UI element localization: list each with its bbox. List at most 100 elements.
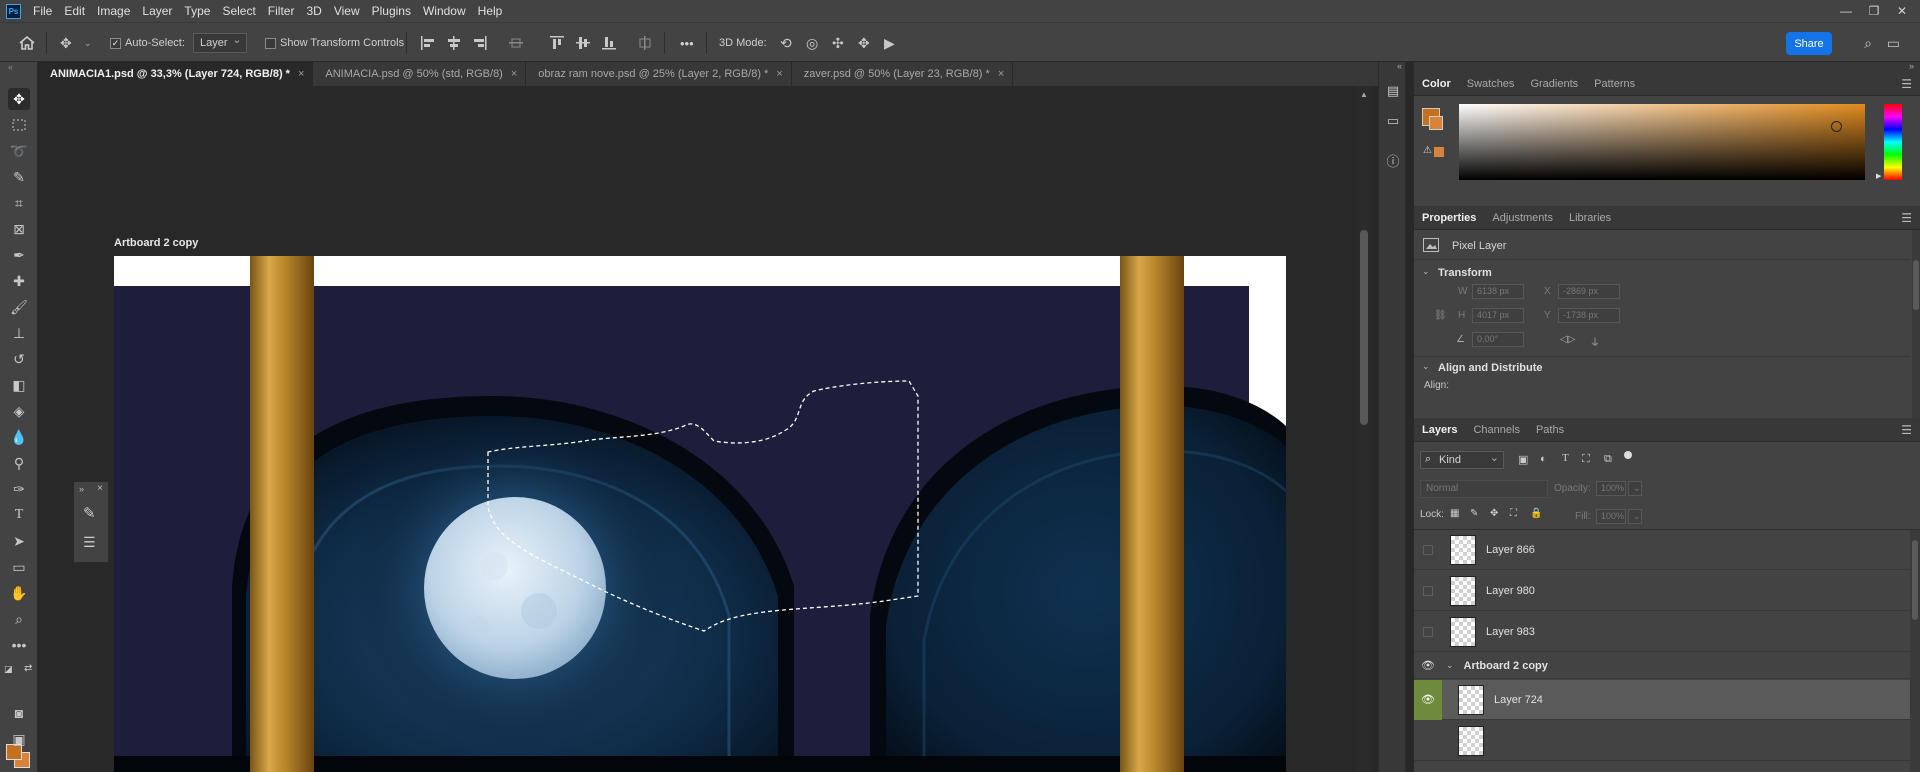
layer-row[interactable] [1414, 721, 1910, 761]
sliders-icon[interactable]: ☰ [83, 534, 96, 551]
menu-image[interactable]: Image [91, 0, 136, 22]
artboard[interactable] [114, 256, 1286, 772]
brush-icon[interactable]: 🖌 [8, 296, 30, 318]
menu-file[interactable]: File [27, 0, 58, 22]
align-top-icon[interactable] [550, 23, 564, 63]
auto-select-checkbox[interactable]: ✓ Auto-Select: [110, 23, 185, 63]
menu-edit[interactable]: Edit [58, 0, 91, 22]
align-middle-vertical-icon[interactable] [576, 23, 590, 63]
scrollbar-thumb[interactable] [1912, 540, 1918, 620]
selected-layer-row[interactable]: 👁 Layer 724 [1414, 679, 1910, 720]
menu-help[interactable]: Help [472, 0, 509, 22]
swap-colors-icon[interactable]: ⇄ [24, 663, 32, 674]
crop-icon[interactable]: ⌗ [8, 192, 30, 214]
minimize-button[interactable]: — [1832, 0, 1860, 22]
layer-filter-dropdown[interactable]: ⌕ Kind ⌄ [1420, 451, 1504, 469]
expand-icon[interactable]: » [79, 484, 84, 494]
close-button[interactable]: ✕ [1888, 0, 1916, 22]
scrollbar-thumb[interactable] [1360, 230, 1368, 425]
close-icon[interactable]: × [298, 68, 304, 80]
angle-field[interactable]: 0,00° [1472, 332, 1524, 347]
lock-artboard-icon[interactable]: ⛶ [1510, 508, 1517, 519]
chevron-down-icon[interactable]: ⌄ [1446, 660, 1454, 671]
menu-filter[interactable]: Filter [262, 0, 301, 22]
close-icon[interactable]: × [776, 68, 782, 80]
3d-scale-icon[interactable]: ▶ [884, 23, 895, 63]
visibility-toggle[interactable] [1414, 721, 1442, 761]
visibility-toggle[interactable] [1414, 530, 1442, 570]
close-icon[interactable]: × [998, 68, 1004, 80]
lock-image-icon[interactable]: ✎ [1470, 508, 1478, 519]
layers-scrollbar[interactable] [1910, 530, 1920, 772]
align-left-icon[interactable] [420, 23, 436, 63]
distribute-horizontal-icon[interactable] [508, 23, 524, 63]
photoshop-logo[interactable]: Ps [6, 3, 21, 19]
canvas-vertical-scrollbar[interactable]: ▲ [1356, 86, 1372, 772]
close-icon[interactable]: × [97, 483, 103, 494]
tab-obraz-ram-nove[interactable]: obraz ram nove.psd @ 25% (Layer 2, RGB/8… [526, 62, 792, 86]
edit-toolbar-icon[interactable]: ••• [8, 634, 30, 656]
comments-icon[interactable]: ▭ [1384, 112, 1402, 130]
tab-layers[interactable]: Layers [1414, 418, 1465, 442]
3d-orbit-icon[interactable]: ⟲ [780, 23, 792, 63]
filter-toggle-icon[interactable] [1624, 451, 1632, 459]
type-tool-icon[interactable]: T [8, 504, 30, 526]
path-selection-icon[interactable]: ➤ [8, 530, 30, 552]
rectangular-marquee-icon[interactable] [8, 114, 30, 136]
default-colors-icon[interactable]: ◪ [4, 664, 13, 675]
pen-icon[interactable]: ✑ [8, 478, 30, 500]
color-picker-ring-icon[interactable] [1831, 121, 1842, 132]
menu-layer[interactable]: Layer [136, 0, 178, 22]
workspace-icon[interactable]: ▭ [1887, 23, 1900, 63]
lock-all-icon[interactable]: 🔒 [1530, 508, 1542, 519]
more-options-icon[interactable]: ••• [680, 23, 694, 63]
menu-3d[interactable]: 3D [300, 0, 327, 22]
healing-brush-icon[interactable]: ✚ [8, 270, 30, 292]
fill-chevron-icon[interactable]: ⌄ [1628, 509, 1642, 524]
tab-zaver[interactable]: zaver.psd @ 50% (Layer 23, RGB/8) * × [791, 62, 1014, 86]
tab-swatches[interactable]: Swatches [1459, 72, 1523, 96]
blend-mode-dropdown[interactable]: Normal [1420, 480, 1548, 498]
expand-panels-icon[interactable]: « [1397, 61, 1402, 71]
history-brush-icon[interactable]: ↺ [8, 348, 30, 370]
chevron-down-icon[interactable]: ⌄ [1422, 266, 1430, 277]
tab-properties[interactable]: Properties [1414, 206, 1484, 230]
align-distribute-title[interactable]: Align and Distribute [1438, 362, 1543, 374]
visibility-toggle[interactable] [1414, 571, 1442, 611]
filter-shape-icon[interactable]: ⛶ [1582, 453, 1590, 466]
restore-button[interactable]: ❐ [1860, 0, 1888, 22]
frame-icon[interactable]: ⊠ [8, 218, 30, 240]
eyedropper-icon[interactable]: ✒ [8, 244, 30, 266]
filter-pixel-icon[interactable]: ▣ [1518, 453, 1528, 466]
menu-select[interactable]: Select [216, 0, 261, 22]
artboard-label[interactable]: Artboard 2 copy [114, 237, 198, 249]
scrollbar-thumb[interactable] [1913, 260, 1919, 310]
move-tool-icon[interactable]: ✥ [60, 23, 72, 63]
lock-transparent-icon[interactable]: ▦ [1450, 508, 1459, 519]
link-icon[interactable]: ⛓ [1434, 310, 1447, 321]
collapse-panels-icon[interactable]: » [1909, 61, 1914, 71]
blur-icon[interactable]: 💧 [8, 426, 30, 448]
align-bottom-icon[interactable] [602, 23, 616, 63]
scroll-up-icon[interactable]: ▲ [1360, 90, 1368, 99]
zoom-icon[interactable]: ⌕ [8, 608, 30, 630]
hue-slider[interactable] [1884, 104, 1902, 180]
canvas-area[interactable]: Artboard 2 copy [38, 86, 1394, 772]
quick-mask-icon[interactable]: ◙ [8, 702, 30, 724]
chevron-down-icon[interactable]: ⌄ [1422, 361, 1430, 372]
lock-position-icon[interactable]: ✥ [1490, 508, 1498, 519]
color-field[interactable] [1459, 104, 1865, 180]
share-button[interactable]: Share [1786, 32, 1832, 55]
y-field[interactable]: -1738 px [1558, 308, 1620, 323]
flip-vertical-icon[interactable]: ⏚ [1590, 334, 1600, 349]
gamut-color-icon[interactable] [1434, 147, 1444, 157]
distribute-vertical-icon[interactable] [638, 23, 652, 63]
transform-title[interactable]: Transform [1438, 267, 1492, 279]
3d-pan-icon[interactable]: ✣ [832, 23, 844, 63]
menu-plugins[interactable]: Plugins [366, 0, 417, 22]
filter-smart-object-icon[interactable]: ⧉ [1604, 453, 1612, 466]
menu-view[interactable]: View [328, 0, 366, 22]
tab-paths[interactable]: Paths [1528, 418, 1572, 442]
tab-animacia1[interactable]: ANIMACIA1.psd @ 33,3% (Layer 724, RGB/8)… [38, 62, 314, 86]
visibility-toggle[interactable] [1414, 612, 1442, 652]
